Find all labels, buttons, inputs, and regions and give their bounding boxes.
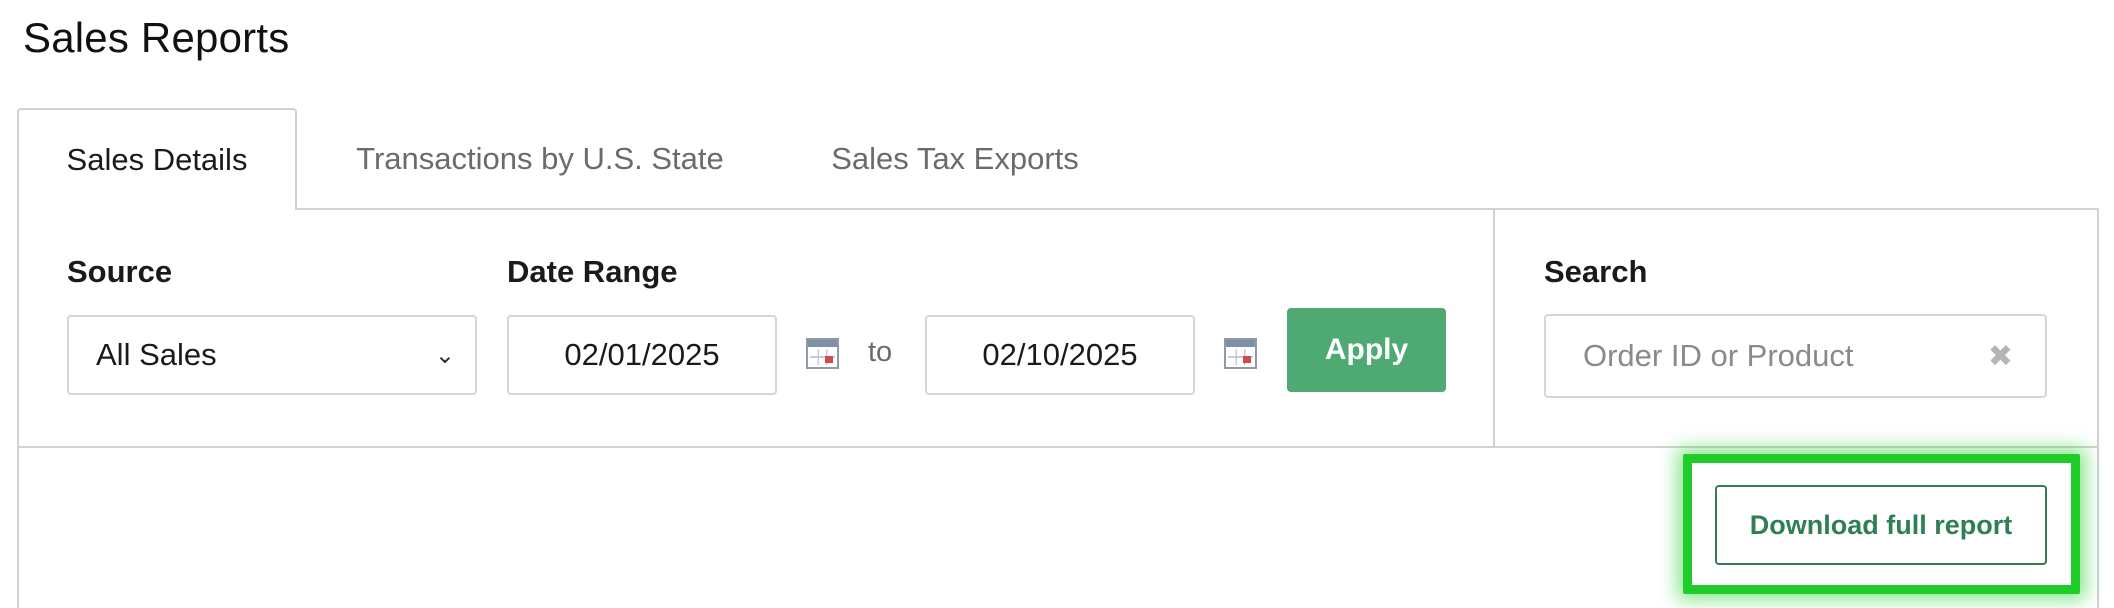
date-from-input[interactable]: 02/01/2025: [507, 315, 777, 395]
date-to-value: 02/10/2025: [982, 337, 1138, 372]
chevron-down-icon: ⌄: [434, 341, 455, 369]
date-range-separator: to: [868, 336, 893, 368]
date-from-value: 02/01/2025: [564, 337, 720, 372]
search-label: Search: [1544, 254, 1648, 289]
page-title: Sales Reports: [23, 14, 290, 61]
apply-button[interactable]: Apply: [1287, 308, 1446, 392]
tab-transactions-by-state[interactable]: Transactions by U.S. State: [340, 108, 740, 210]
panel-divider-horizontal: [17, 446, 2099, 448]
calendar-icon[interactable]: [806, 338, 839, 369]
search-placeholder: Order ID or Product: [1583, 338, 1854, 373]
calendar-icon[interactable]: [1224, 338, 1257, 369]
tab-sales-details[interactable]: Sales Details: [17, 108, 297, 210]
source-select[interactable]: All Sales ⌄: [67, 315, 477, 395]
close-icon[interactable]: ✖: [1988, 339, 2013, 374]
search-input[interactable]: Order ID or Product ✖: [1544, 314, 2047, 398]
date-range-label: Date Range: [507, 254, 678, 289]
date-to-input[interactable]: 02/10/2025: [925, 315, 1195, 395]
source-label: Source: [67, 254, 173, 289]
tab-sales-tax-exports[interactable]: Sales Tax Exports: [810, 108, 1100, 210]
download-full-report-button[interactable]: Download full report: [1715, 485, 2047, 565]
panel-divider-vertical: [1493, 208, 1495, 448]
source-select-value: All Sales: [96, 337, 217, 372]
